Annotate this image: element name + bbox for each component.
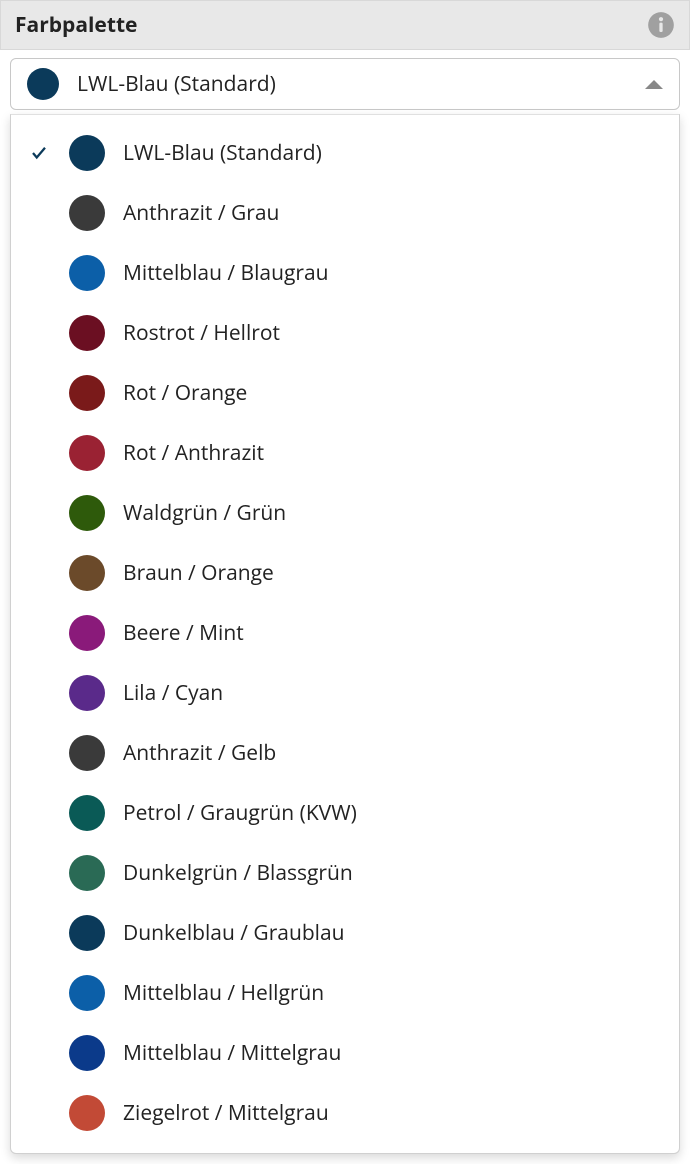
color-swatch: [69, 135, 105, 171]
color-swatch: [69, 1035, 105, 1071]
color-option[interactable]: Ziegelrot / Mittelgrau: [11, 1083, 679, 1143]
color-option[interactable]: Beere / Mint: [11, 603, 679, 663]
selected-swatch: [27, 68, 59, 100]
check-slot: [27, 144, 51, 162]
panel-title: Farbpalette: [15, 11, 137, 39]
color-option-label: Lila / Cyan: [123, 679, 223, 707]
color-option[interactable]: Dunkelblau / Graublau: [11, 903, 679, 963]
color-swatch: [69, 435, 105, 471]
color-option-label: Anthrazit / Grau: [123, 199, 279, 227]
color-option-label: Mittelblau / Hellgrün: [123, 979, 324, 1007]
color-swatch: [69, 555, 105, 591]
color-swatch: [69, 855, 105, 891]
color-swatch: [69, 975, 105, 1011]
color-option-label: Beere / Mint: [123, 619, 244, 647]
color-dropdown[interactable]: LWL-Blau (Standard) Anthrazit / Grau Mitte…: [10, 114, 680, 1154]
color-option[interactable]: Rot / Orange: [11, 363, 679, 423]
color-option-label: Rostrot / Hellrot: [123, 319, 280, 347]
color-palette-panel: Farbpalette LWL-Blau (Standard) LWL-Blau…: [0, 0, 690, 1154]
color-option-label: Braun / Orange: [123, 559, 274, 587]
color-swatch: [69, 195, 105, 231]
panel-header: Farbpalette: [0, 0, 690, 50]
check-icon: [30, 144, 48, 162]
color-option[interactable]: Braun / Orange: [11, 543, 679, 603]
info-icon[interactable]: [647, 11, 675, 39]
color-swatch: [69, 915, 105, 951]
color-swatch: [69, 315, 105, 351]
color-option-label: Petrol / Graugrün (KVW): [123, 799, 357, 827]
color-option-label: Rot / Anthrazit: [123, 439, 264, 467]
color-option[interactable]: Lila / Cyan: [11, 663, 679, 723]
color-select[interactable]: LWL-Blau (Standard): [10, 58, 680, 110]
color-option[interactable]: Anthrazit / Grau: [11, 183, 679, 243]
color-option-label: Dunkelgrün / Blassgrün: [123, 859, 353, 887]
color-option-label: Waldgrün / Grün: [123, 499, 286, 527]
color-option[interactable]: Waldgrün / Grün: [11, 483, 679, 543]
color-option[interactable]: Petrol / Graugrün (KVW): [11, 783, 679, 843]
color-option[interactable]: Rot / Anthrazit: [11, 423, 679, 483]
color-swatch: [69, 735, 105, 771]
color-swatch: [69, 255, 105, 291]
color-option[interactable]: Anthrazit / Gelb: [11, 723, 679, 783]
color-swatch: [69, 615, 105, 651]
color-swatch: [69, 495, 105, 531]
color-option[interactable]: Dunkelgrün / Blassgrün: [11, 843, 679, 903]
color-swatch: [69, 795, 105, 831]
selected-label: LWL-Blau (Standard): [77, 70, 627, 98]
color-swatch: [69, 675, 105, 711]
chevron-up-icon: [645, 80, 663, 89]
color-option-label: Anthrazit / Gelb: [123, 739, 276, 767]
color-swatch: [69, 375, 105, 411]
color-option[interactable]: Rostrot / Hellrot: [11, 303, 679, 363]
color-option[interactable]: Mittelblau / Mittelgrau: [11, 1023, 679, 1083]
color-option-label: Rot / Orange: [123, 379, 247, 407]
color-option-label: LWL-Blau (Standard): [123, 139, 322, 167]
color-swatch: [69, 1095, 105, 1131]
color-option-label: Mittelblau / Mittelgrau: [123, 1039, 341, 1067]
color-option-label: Ziegelrot / Mittelgrau: [123, 1099, 329, 1127]
color-option[interactable]: Mittelblau / Blaugrau: [11, 243, 679, 303]
color-option-label: Dunkelblau / Graublau: [123, 919, 345, 947]
color-option-label: Mittelblau / Blaugrau: [123, 259, 329, 287]
color-option[interactable]: LWL-Blau (Standard): [11, 123, 679, 183]
color-option[interactable]: Mittelblau / Hellgrün: [11, 963, 679, 1023]
